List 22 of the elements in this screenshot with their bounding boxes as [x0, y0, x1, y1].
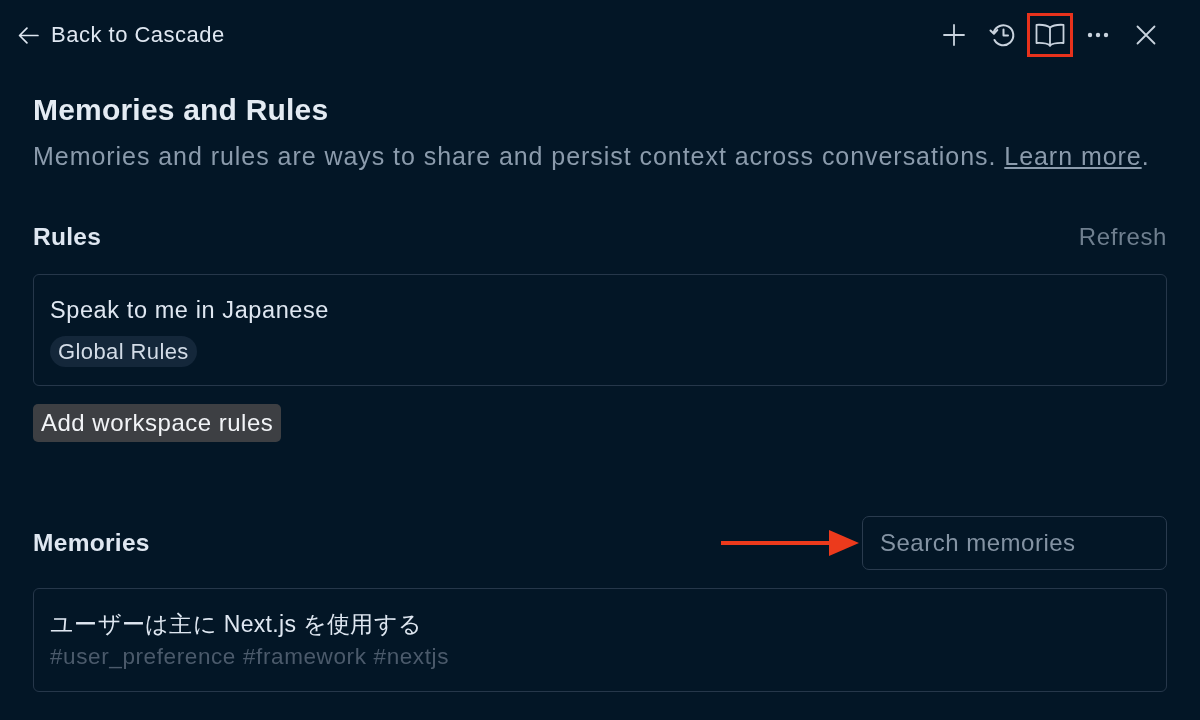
rule-text: Speak to me in Japanese — [50, 296, 330, 325]
more-icon — [1087, 32, 1109, 38]
rule-scope-tag: Global Rules — [50, 336, 197, 367]
add-rules-button[interactable]: Add workspace rules — [33, 404, 282, 442]
refresh-button[interactable]: Refresh — [1078, 222, 1167, 252]
memory-tag: #user_preference — [50, 643, 236, 671]
memory-tag: #nextjs — [373, 643, 449, 671]
history-icon — [988, 23, 1016, 47]
book-button[interactable] — [1027, 13, 1073, 57]
memory-tag: #framework — [242, 643, 367, 671]
learn-more-link[interactable]: Learn more — [1004, 142, 1142, 170]
book-icon — [1035, 22, 1065, 48]
plus-icon — [943, 24, 965, 46]
close-icon — [1136, 25, 1156, 45]
back-link[interactable]: Back to Cascade — [18, 22, 225, 48]
search-field[interactable]: Search memories — [862, 516, 1167, 570]
section-heading: Memories — [33, 528, 150, 558]
page-title: Memories and Rules — [33, 92, 330, 128]
memory-text: ユーザーは主に Next.js を使用する — [50, 610, 424, 639]
left-arrow-icon — [18, 26, 39, 44]
description-text: Memories and rules are ways to share and persist context across conversations. Learn more. — [33, 141, 1151, 171]
section-heading: Rules — [33, 222, 102, 252]
